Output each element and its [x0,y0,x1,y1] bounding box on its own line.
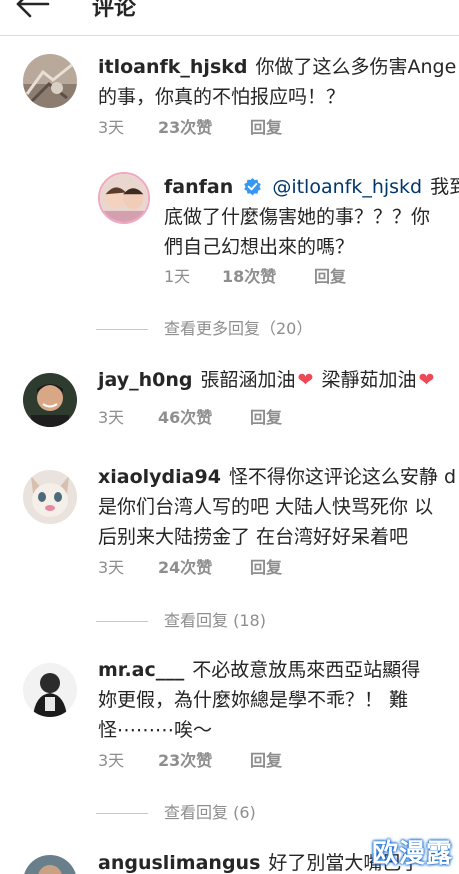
reply-mention[interactable]: @itloanfk_hjskd [272,176,422,198]
view-more-label: 查看回复 (6) [164,803,256,822]
comment-text-line: 怪⋯⋯⋯唉～ [98,719,213,741]
comment-text-line: 不必故意放馬來西亞站顯得 [192,659,421,681]
comment-text-line: 妳更假，為什麼妳總是學不乖？！ 難 [98,689,409,711]
comment-username[interactable]: xiaolydia94 [98,466,221,488]
comment-text-part: 梁靜茹加油 [321,369,417,391]
page-title: 评论 [92,0,137,21]
view-more-replies-button[interactable]: 查看更多回复（20） [96,315,312,339]
comment-text-line: 后别来大陆捞金了 在台湾好好呆着吧 [98,526,409,548]
comment-text-line: 的事，你真的不怕报应吗！？ [98,86,346,108]
comment-username[interactable]: anguslimangus [98,852,260,874]
reply-body: fanfan @itloanfk_hjskd 我到 底做了什麼傷害她的事？？？你 … [164,172,459,262]
comment-text-part: 張韶涵加油 [200,369,296,391]
comment-likes[interactable]: 46次赞 [158,404,250,428]
comment-text-line: 你做了这么多伤害Ange [255,56,457,78]
avatar-image [23,54,77,108]
avatar-image [100,174,148,222]
comment-body: jay_h0ng 張韶涵加油 ❤ 梁靜茹加油 ❤ [98,365,436,395]
comment-likes[interactable]: 24次赞 [158,554,250,578]
reply-text-line: 我到 [430,176,459,198]
avatar[interactable] [98,172,150,224]
heart-icon: ❤ [418,369,435,391]
comment-time: 3天 [98,408,125,427]
reply-button[interactable]: 回复 [314,263,346,287]
avatar[interactable] [23,470,77,524]
reply-meta: 1天 18次赞 回复 [164,263,346,287]
avatar[interactable] [23,855,77,874]
comment-text-line: 怪不得你这评论这么安静 d [228,466,457,488]
view-more-replies-button[interactable]: 查看回复 (6) [96,799,256,823]
heart-icon: ❤ [297,369,314,391]
divider-line [96,813,148,814]
comment-meta: 3天 24次赞 回复 [98,554,282,578]
comment-username[interactable]: mr.ac___ [98,659,184,681]
comment-body: mr.ac___ 不必故意放馬來西亞站顯得 妳更假，為什麼妳總是學不乖？！ 難 怪… [98,655,420,745]
comment-time: 3天 [98,751,125,770]
verified-badge-icon [244,177,262,196]
back-button[interactable] [8,0,52,22]
reply-text-line: 們自己幻想出來的嗎？ [164,236,355,258]
comment-meta: 3天 23次赞 回复 [98,747,282,771]
comment-username[interactable]: itloanfk_hjskd [98,56,248,78]
comment-username[interactable]: jay_h0ng [98,369,193,391]
reply-button[interactable]: 回复 [250,404,282,428]
reply-text-line: 底做了什麼傷害她的事？？？你 [164,206,431,228]
comment-meta: 3天 23次赞 回复 [98,114,282,138]
avatar-image [23,373,77,427]
reply-button[interactable]: 回复 [250,747,282,771]
back-arrow-icon [16,0,50,18]
comment-body: itloanfk_hjskd 你做了这么多伤害Ange 的事，你真的不怕报应吗！？ [98,52,456,112]
comment-body: xiaolydia94 怪不得你这评论这么安静 d 是你们台湾人写的吧 大陆人快骂… [98,462,456,552]
comment-text-line: 是你们台湾人写的吧 大陆人快骂死你 以 [98,496,434,518]
reply-likes[interactable]: 18次赞 [222,263,314,287]
divider-line [96,329,148,330]
reply-button[interactable]: 回复 [250,114,282,138]
header-bar: 评论 [0,0,459,36]
avatar-image [23,855,77,874]
avatar[interactable] [23,54,77,108]
comment-likes[interactable]: 23次赞 [158,747,250,771]
reply-time: 1天 [164,267,191,286]
view-more-label: 查看更多回复（20） [164,319,313,338]
reply-username[interactable]: fanfan [164,176,233,198]
watermark-logo: 欧漫露 [371,839,453,869]
avatar-image [23,663,77,717]
reply-button[interactable]: 回复 [250,554,282,578]
view-more-replies-button[interactable]: 查看回复 (18) [96,607,266,631]
comment-likes[interactable]: 23次赞 [158,114,250,138]
comment-time: 3天 [98,118,125,137]
comment-time: 3天 [98,558,125,577]
avatar[interactable] [23,373,77,427]
comment-meta: 3天 46次赞 回复 [98,404,282,428]
divider-line [96,621,148,622]
view-more-label: 查看回复 (18) [164,611,266,630]
avatar[interactable] [23,663,77,717]
avatar-image [23,470,77,524]
